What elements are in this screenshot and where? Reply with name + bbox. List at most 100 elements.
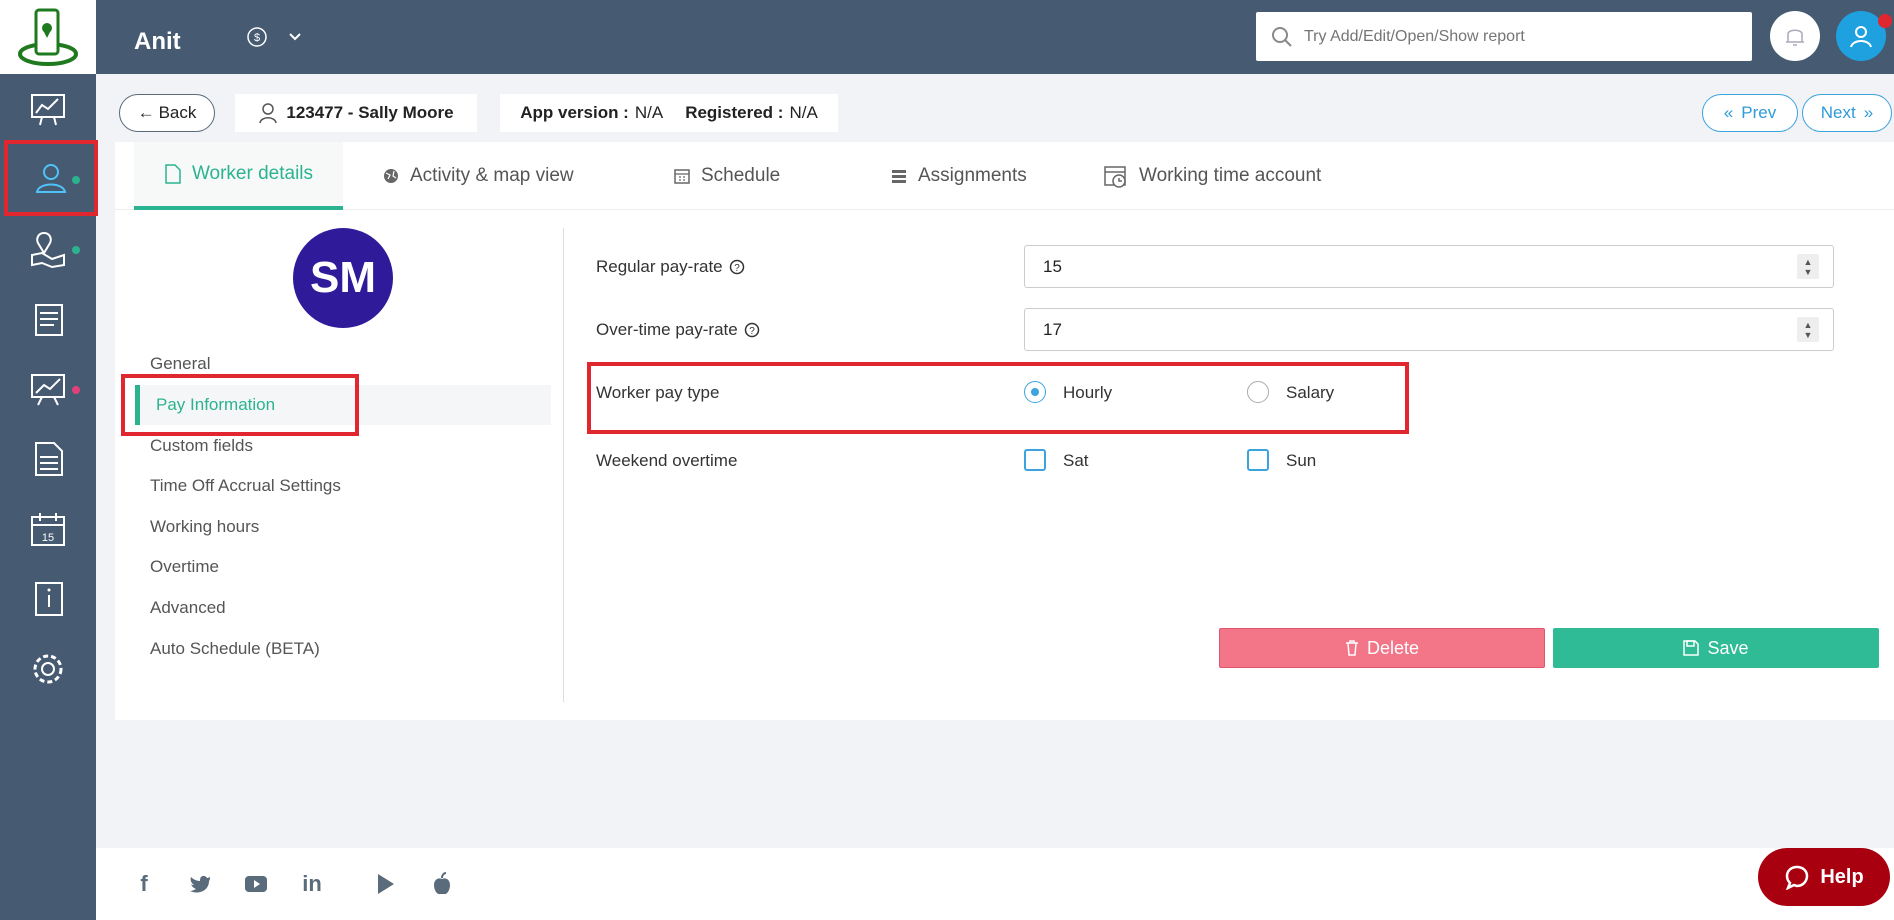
back-button[interactable]: ← Back [119,94,215,132]
worker-pay-type-label: Worker pay type [596,383,720,402]
hourly-label: Hourly [1063,383,1113,402]
search-icon [1272,26,1292,47]
tab-working-time-account[interactable]: Working time account [1103,142,1321,210]
user-icon [1850,26,1872,48]
svg-text:15: 15 [42,532,54,544]
nav-info[interactable] [0,564,96,634]
company-switcher[interactable]: $ [246,26,302,48]
tab-bar: Worker details Activity & map view Sched… [115,142,1894,210]
sat-label: Sat [1063,451,1089,470]
prev-label: Prev [1741,103,1777,122]
calendar-icon [674,169,690,184]
menu-item-overtime[interactable]: Overtime [150,557,219,577]
document-icon [165,164,181,184]
nav-documents[interactable] [0,424,96,494]
worker-card: Worker details Activity & map view Sched… [115,142,1894,720]
twitter-icon[interactable] [186,870,214,898]
save-button[interactable]: Save [1553,628,1879,668]
next-button[interactable]: Next » [1802,94,1892,132]
save-label: Save [1707,637,1749,658]
nav-settings[interactable] [0,634,96,704]
help-circle-icon[interactable]: ? [729,259,745,275]
chevron-down-icon [289,33,301,41]
chart-screen-icon [31,94,65,126]
linkedin-icon[interactable]: in [298,870,326,898]
nav-dashboard[interactable] [0,74,96,144]
nav-workers[interactable] [4,140,98,216]
regular-pay-rate-input[interactable]: 15 ▲ ▼ [1024,245,1834,288]
tab-assignments[interactable]: Assignments [890,142,1027,210]
floppy-disk-icon [1683,640,1700,656]
youtube-icon[interactable] [242,870,270,898]
tab-label: Schedule [701,165,781,186]
radio-hourly[interactable] [1024,381,1046,403]
person-icon [259,103,278,124]
overtime-pay-rate-input[interactable]: 17 ▲ ▼ [1024,308,1834,351]
worker-chip: 123477 - Sally Moore [235,94,477,132]
tab-label: Activity & map view [410,165,574,186]
arrow-left-icon: ← [137,103,155,122]
tab-label: Worker details [191,163,314,184]
svg-text:?: ? [734,263,740,274]
checkbox-sat[interactable] [1024,449,1046,471]
tab-schedule[interactable]: Schedule [673,142,780,210]
logo-icon [18,8,78,66]
trash-icon [1345,640,1358,656]
double-chevron-right-icon: » [1863,103,1874,122]
menu-item-general[interactable]: General [150,354,210,374]
regular-pay-rate-text: Regular pay-rate [596,257,723,276]
play-store-icon[interactable] [372,870,400,898]
bell-icon [1786,29,1804,46]
menu-item-working-hours[interactable]: Working hours [150,517,259,537]
footer: f in [96,848,1894,920]
search-box[interactable] [1256,12,1752,61]
nav-map[interactable] [0,214,96,284]
regular-pay-rate-label: Regular pay-rate ? [596,257,745,277]
nav-timesheet[interactable] [0,284,96,354]
salary-label: Salary [1286,383,1335,402]
map-pin-icon [31,231,65,269]
left-sidebar: 15 [0,0,98,920]
facebook-icon[interactable]: f [130,870,158,898]
number-spinner[interactable]: ▲ ▼ [1797,317,1819,342]
pay-information-highlight [121,374,359,436]
search-input[interactable] [1304,27,1744,46]
dollar-circle-icon: $ [247,27,267,47]
prev-button[interactable]: « Prev [1702,94,1798,132]
weekend-overtime-label: Weekend overtime [596,451,738,470]
globe-icon [384,169,398,183]
registered-label: Registered : [685,103,784,122]
help-circle-icon[interactable]: ? [744,322,760,338]
apple-icon[interactable] [428,870,456,898]
notification-badge [1878,14,1892,28]
notifications-button[interactable] [1770,11,1820,61]
next-label: Next [1820,103,1856,122]
app-info-chip: App version : N/A Registered : N/A [500,94,838,132]
menu-item-advanced[interactable]: Advanced [150,598,226,618]
users-icon [35,164,67,193]
checkbox-sun[interactable] [1247,449,1269,471]
nav-calendar[interactable]: 15 [0,494,96,564]
help-button[interactable]: Help [1758,848,1890,906]
number-spinner[interactable]: ▲ ▼ [1797,254,1819,279]
top-bar: Anit $ [96,0,1894,74]
clock-calendar-icon [1104,166,1126,188]
worker-name: 123477 - Sally Moore [286,103,454,122]
calendar-icon: 15 [31,513,65,546]
radio-salary[interactable] [1247,381,1269,403]
tab-activity-map[interactable]: Activity & map view [382,142,574,210]
menu-item-time-off-accrual[interactable]: Time Off Accrual Settings [150,476,341,496]
tab-worker-details[interactable]: Worker details [134,142,343,210]
vertical-divider [563,228,564,702]
info-book-icon [35,582,63,616]
menu-item-custom-fields[interactable]: Custom fields [150,436,253,456]
back-label: Back [158,103,197,122]
menu-item-auto-schedule[interactable]: Auto Schedule (BETA) [150,639,320,659]
delete-label: Delete [1366,637,1420,658]
tab-label: Working time account [1139,165,1322,186]
tab-label: Assignments [918,165,1027,186]
app-logo[interactable] [0,0,96,74]
nav-reports[interactable] [0,354,96,424]
svg-text:?: ? [749,326,755,337]
delete-button[interactable]: Delete [1219,628,1545,668]
